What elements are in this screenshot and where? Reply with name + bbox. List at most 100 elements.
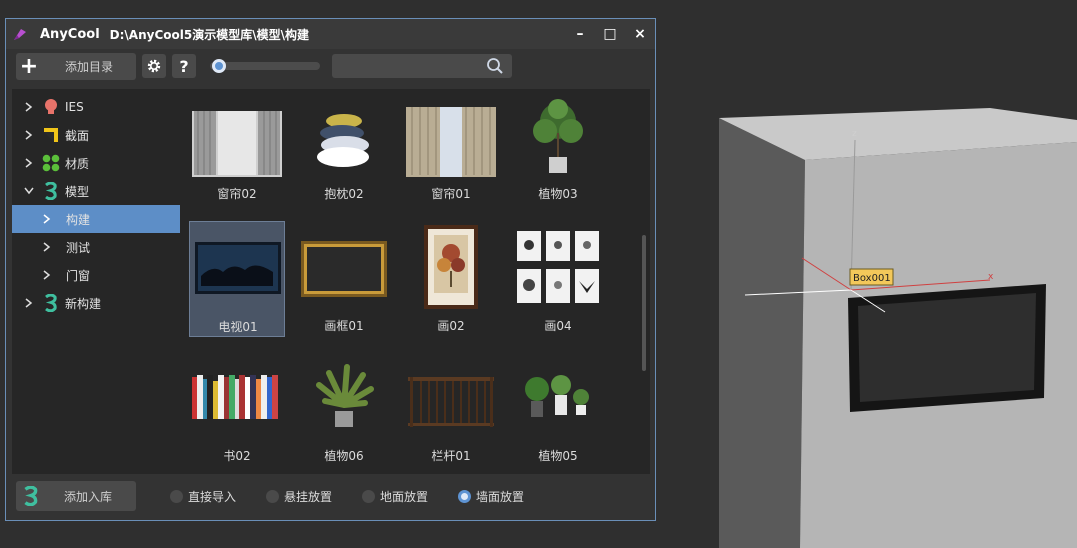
bottom-bar: 添加入库 直接导入 悬挂放置 地面放置 墙面放置 [16, 481, 646, 511]
close-icon: × [634, 26, 646, 42]
tree-item-label: 模型 [65, 184, 90, 199]
help-icon: ? [179, 56, 189, 76]
grid-item[interactable]: 抱枕02 [296, 89, 392, 205]
grid-item-label: 画02 [437, 319, 465, 333]
model-icon [22, 486, 40, 506]
toolbar: + 添加目录 ? [6, 49, 655, 83]
z-axis-label: z [852, 129, 857, 139]
material-icon [42, 154, 60, 172]
chevron-right-icon[interactable] [40, 212, 54, 226]
radio-floor-place[interactable]: 地面放置 [362, 488, 428, 505]
add-directory-button[interactable]: + 添加目录 [16, 52, 136, 80]
bulb-icon [42, 98, 60, 116]
search-input[interactable] [332, 54, 512, 78]
curtain-gray-thumb [192, 111, 282, 177]
grid-item[interactable]: 植物03 [510, 89, 606, 205]
railing-thumb [408, 377, 494, 427]
box-left-face [719, 118, 805, 548]
add-directory-label: 添加目录 [64, 59, 113, 74]
chevron-down-icon[interactable] [22, 184, 36, 198]
grid-item-label: 栏杆01 [431, 449, 471, 463]
minimize-icon: – [576, 26, 584, 42]
grid-scrollbar[interactable] [642, 235, 646, 371]
maximize-icon: □ [603, 26, 617, 42]
slider-knob[interactable] [212, 59, 226, 73]
grid-item-selected[interactable]: 电视01 [189, 221, 285, 337]
chevron-right-icon[interactable] [22, 296, 36, 310]
grid-item-label: 书02 [223, 449, 251, 463]
add-to-library-button[interactable]: 添加入库 [16, 481, 136, 511]
tree-item-model[interactable]: 模型 [12, 177, 180, 205]
model-grid: 窗帘02 抱枕02 窗帘01 植物03 电视01 画框01 画02 画04 书0… [186, 89, 650, 474]
tree-item-label: 材质 [65, 156, 90, 171]
gear-icon [147, 59, 161, 73]
tree-item-doors-windows[interactable]: 门窗 [12, 261, 180, 289]
plants-group-thumb [525, 375, 589, 417]
radio-dot[interactable] [170, 489, 183, 503]
tree-item-test[interactable]: 测试 [12, 233, 180, 261]
grid-item-label: 画框01 [324, 319, 364, 333]
close-button[interactable]: × [625, 19, 655, 49]
grid-item[interactable]: 植物06 [296, 351, 392, 467]
tree-item-label: IES [65, 100, 84, 114]
search-icon[interactable] [486, 57, 504, 75]
chevron-right-icon[interactable] [40, 240, 54, 254]
grid-item[interactable]: 窗帘01 [403, 89, 499, 205]
grid-item-label: 电视01 [218, 320, 258, 334]
books-thumb [192, 375, 278, 419]
object-tag: Box001 [853, 273, 891, 284]
grid-item-label: 植物06 [324, 449, 364, 463]
section-icon [42, 126, 60, 144]
window-path: D:\AnyCool5演示模型库\模型\构建 [109, 27, 309, 42]
radio-label: 地面放置 [380, 489, 429, 504]
content-area: IES 截面 材质 模型 构建 测试 门窗 新构建 窗帘02 抱枕02 窗帘01… [12, 89, 650, 474]
grid-item-label: 抱枕02 [324, 187, 364, 201]
chevron-right-icon[interactable] [22, 100, 36, 114]
plant-palm-thumb [316, 364, 374, 427]
grid-item[interactable]: 画框01 [296, 221, 392, 337]
radio-hang-place[interactable]: 悬挂放置 [266, 488, 332, 505]
radio-dot-selected[interactable] [458, 489, 472, 503]
anycool-window: AnyCool D:\AnyCool5演示模型库\模型\构建 – □ × + 添… [5, 18, 656, 521]
title-bar[interactable]: AnyCool D:\AnyCool5演示模型库\模型\构建 – □ × [6, 19, 655, 49]
settings-button[interactable] [142, 54, 166, 78]
tree-item-ies[interactable]: IES [12, 93, 180, 121]
tree-item-label: 测试 [66, 240, 91, 255]
tree-item-label: 门窗 [66, 268, 91, 283]
grid-item-label: 窗帘02 [217, 187, 257, 201]
tree-item-new-build[interactable]: 新构建 [12, 289, 180, 317]
category-tree: IES 截面 材质 模型 构建 测试 门窗 新构建 [12, 89, 180, 474]
tree-item-label: 构建 [66, 212, 91, 227]
chevron-right-icon[interactable] [22, 156, 36, 170]
radio-direct-import[interactable]: 直接导入 [170, 488, 236, 505]
grid-item[interactable]: 窗帘02 [189, 89, 285, 205]
radio-wall-place[interactable]: 墙面放置 [458, 488, 524, 505]
grid-item[interactable]: 画04 [510, 221, 606, 337]
thumbnail-size-slider[interactable] [210, 59, 320, 73]
help-button[interactable]: ? [172, 54, 196, 78]
grid-item[interactable]: 书02 [189, 351, 285, 467]
frame-empty-thumb [301, 241, 387, 297]
radio-label: 悬挂放置 [284, 489, 333, 504]
x-axis-label: x [988, 272, 994, 282]
radio-dot[interactable] [362, 489, 376, 503]
radio-label: 直接导入 [188, 489, 237, 504]
tree-item-label: 截面 [65, 128, 90, 143]
painting-flowers-thumb [424, 225, 478, 309]
tree-item-label: 新构建 [65, 296, 102, 311]
tree-item-build[interactable]: 构建 [12, 205, 180, 233]
tree-item-section[interactable]: 截面 [12, 121, 180, 149]
maximize-button[interactable]: □ [595, 19, 625, 49]
radio-dot[interactable] [266, 489, 280, 503]
chevron-right-icon[interactable] [22, 128, 36, 142]
chevron-right-icon[interactable] [40, 268, 54, 282]
grid-item[interactable]: 栏杆01 [403, 351, 499, 467]
grid-item[interactable]: 植物05 [510, 351, 606, 467]
add-to-library-label: 添加入库 [63, 489, 112, 504]
tree-item-material[interactable]: 材质 [12, 149, 180, 177]
grid-item-label: 植物03 [538, 187, 578, 201]
radio-label: 墙面放置 [476, 489, 525, 504]
minimize-button[interactable]: – [565, 19, 595, 49]
plus-icon: + [19, 53, 39, 79]
grid-item[interactable]: 画02 [403, 221, 499, 337]
